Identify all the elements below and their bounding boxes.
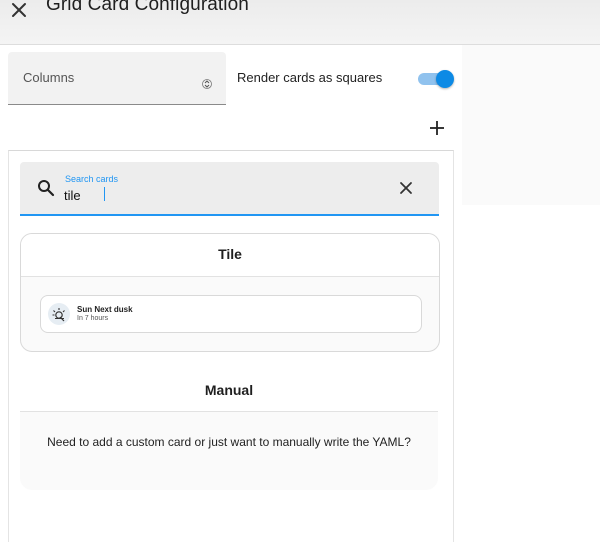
close-icon[interactable] [8, 0, 30, 22]
sun-icon [48, 303, 70, 325]
tile-card-option[interactable]: Tile Sun Next dusk In 7 hours [20, 233, 440, 352]
dialog-title: Grid Card Configuration [46, 0, 249, 15]
plus-icon [430, 121, 444, 135]
render-squares-label: Render cards as squares [237, 70, 383, 85]
columns-field[interactable]: Columns [8, 52, 226, 105]
text-caret [104, 187, 105, 201]
render-squares-toggle[interactable] [416, 70, 454, 88]
manual-card-option[interactable]: Manual Need to add a custom card or just… [20, 368, 438, 490]
tile-preview: Sun Next dusk In 7 hours [40, 295, 422, 333]
search-cards-field[interactable]: Search cards [20, 162, 439, 216]
close-icon[interactable] [398, 180, 414, 196]
stepper-icon[interactable] [202, 77, 212, 91]
search-input[interactable] [64, 186, 364, 204]
search-label: Search cards [65, 174, 119, 184]
columns-label: Columns [23, 70, 75, 85]
manual-card-description: Need to add a custom card or just want t… [47, 435, 411, 449]
search-icon [37, 179, 55, 197]
manual-card-header: Manual [20, 368, 438, 412]
tile-card-title: Tile [218, 246, 242, 262]
toggle-knob [436, 70, 454, 88]
add-card-tab[interactable] [422, 112, 452, 152]
tile-entity-name: Sun Next dusk [77, 305, 133, 314]
tile-card-header: Tile [21, 234, 439, 277]
tile-entity-state: In 7 hours [77, 315, 109, 322]
grid-card-config-dialog: Grid Card Configuration Columns Render c… [0, 0, 600, 542]
manual-card-title: Manual [204, 382, 254, 398]
preview-panel [462, 45, 600, 205]
dialog-header: Grid Card Configuration [0, 0, 600, 45]
